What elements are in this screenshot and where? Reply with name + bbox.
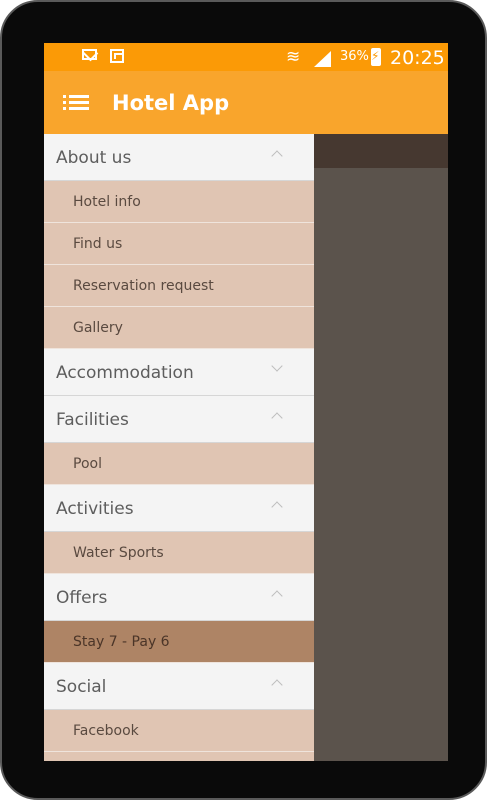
- drawer-group-activities[interactable]: Activities: [44, 485, 314, 532]
- battery-percent: 36%: [340, 49, 369, 64]
- drawer-item-gallery[interactable]: Gallery: [44, 307, 314, 349]
- drawer-group-social[interactable]: Social: [44, 663, 314, 710]
- drawer-item-label: Water Sports: [73, 545, 164, 561]
- chevron-down-icon: [271, 360, 283, 372]
- wifi-icon: ≋: [286, 47, 301, 67]
- app-title: Hotel App: [112, 91, 230, 115]
- chevron-up-icon: [271, 412, 283, 424]
- status-time: 20:25: [390, 47, 445, 69]
- chevron-up-icon: [271, 679, 283, 691]
- drawer-item-label: Reservation request: [73, 278, 214, 294]
- app-bar: Hotel App: [44, 71, 448, 134]
- content-header-behind-scrim: [314, 134, 448, 168]
- drawer-item-pool[interactable]: Pool: [44, 443, 314, 485]
- drawer-item-partial[interactable]: [44, 752, 314, 761]
- status-bar: ≋ 36% 20:25: [44, 43, 448, 71]
- drawer-group-label: About us: [56, 148, 132, 168]
- chart-notification-icon: [110, 49, 124, 63]
- drawer-item-water-sports[interactable]: Water Sports: [44, 532, 314, 574]
- drawer-group-label: Facilities: [56, 410, 129, 430]
- drawer-item-label: Hotel info: [73, 194, 141, 210]
- drawer-item-label: Pool: [73, 456, 102, 472]
- drawer-group-label: Offers: [56, 588, 108, 608]
- drawer-group-facilities[interactable]: Facilities: [44, 396, 314, 443]
- drawer-group-accommodation[interactable]: Accommodation: [44, 349, 314, 396]
- drawer-item-label: Facebook: [73, 723, 139, 739]
- drawer-item-facebook[interactable]: Facebook: [44, 710, 314, 752]
- drawer-item-label: Gallery: [73, 320, 123, 336]
- chevron-up-icon: [271, 590, 283, 602]
- drawer-group-label: Social: [56, 677, 107, 697]
- chevron-up-icon: [271, 150, 283, 162]
- signal-icon: [314, 51, 331, 67]
- menu-icon[interactable]: [63, 95, 89, 111]
- drawer-group-about-us[interactable]: About us: [44, 134, 314, 181]
- navigation-drawer: About us Hotel info Find us Reservation …: [44, 134, 314, 761]
- chevron-up-icon: [271, 501, 283, 513]
- drawer-item-reservation-request[interactable]: Reservation request: [44, 265, 314, 307]
- drawer-group-label: Activities: [56, 499, 134, 519]
- drawer-group-offers[interactable]: Offers: [44, 574, 314, 621]
- drawer-item-find-us[interactable]: Find us: [44, 223, 314, 265]
- drawer-item-label: Find us: [73, 236, 123, 252]
- drawer-item-stay-7-pay-6[interactable]: Stay 7 - Pay 6: [44, 621, 314, 663]
- mail-notification-icon: [82, 49, 97, 60]
- screen: ≋ 36% 20:25 Hotel App About us Hotel inf…: [44, 43, 448, 761]
- battery-charging-icon: [371, 48, 381, 66]
- drawer-item-label: Stay 7 - Pay 6: [73, 634, 170, 650]
- drawer-group-label: Accommodation: [56, 363, 194, 383]
- drawer-item-hotel-info[interactable]: Hotel info: [44, 181, 314, 223]
- device-frame: ≋ 36% 20:25 Hotel App About us Hotel inf…: [0, 0, 487, 800]
